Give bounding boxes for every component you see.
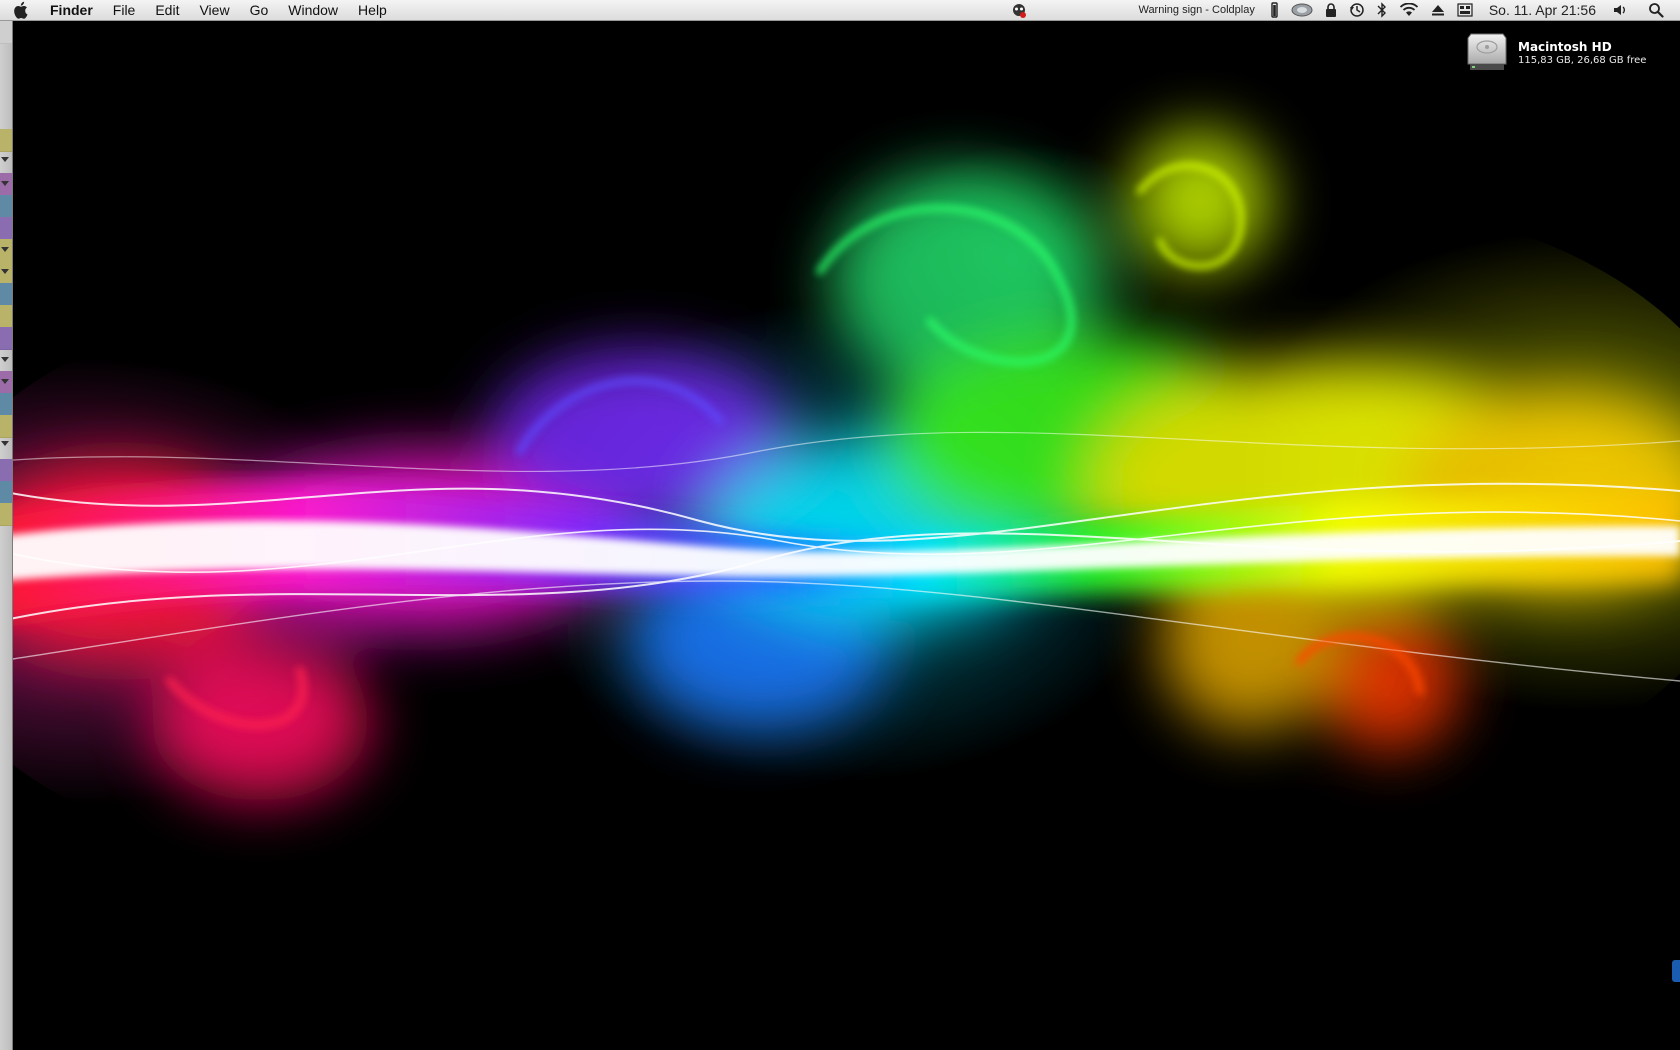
window-toolbar-fragment — [0, 21, 12, 44]
list-row-fragment — [0, 283, 12, 306]
menu-file[interactable]: File — [103, 0, 146, 21]
menu-help[interactable]: Help — [348, 0, 397, 21]
list-row-fragment — [0, 503, 12, 526]
menu-go[interactable]: Go — [240, 0, 279, 21]
menu-window[interactable]: Window — [278, 0, 348, 21]
rainbow-smoke-wallpaper — [0, 21, 1680, 1050]
keyboard-icon — [1457, 3, 1473, 17]
list-row-fragment — [0, 459, 12, 482]
now-playing-text[interactable]: Warning sign - Coldplay — [1128, 0, 1264, 21]
wifi-menu[interactable] — [1393, 0, 1425, 21]
time-machine-menu[interactable] — [1343, 0, 1371, 21]
menu-edit[interactable]: Edit — [145, 0, 189, 21]
lock-icon — [1325, 3, 1336, 17]
list-row-fragment — [0, 305, 12, 328]
disclosure-triangle-icon — [1, 441, 9, 446]
disclosure-triangle-icon — [1, 157, 9, 162]
menu-clock[interactable]: So. 11. Apr 21:56 — [1479, 0, 1606, 21]
list-row-fragment — [0, 217, 12, 240]
battery-menu[interactable] — [1265, 0, 1285, 21]
desktop: Finder File Edit View Go Window Help War… — [0, 0, 1680, 1050]
apple-icon — [14, 1, 28, 19]
volume-menu[interactable] — [1606, 0, 1634, 21]
spotlight-icon — [1649, 3, 1664, 18]
time-machine-icon — [1349, 3, 1364, 17]
lock-menu[interactable] — [1319, 0, 1343, 21]
disclosure-triangle-icon — [1, 357, 9, 362]
drive-name: Macintosh HD — [1518, 40, 1612, 54]
disclosure-triangle-icon — [1, 379, 9, 384]
eject-menu[interactable] — [1425, 0, 1451, 21]
wifi-icon — [1399, 3, 1418, 16]
list-row-fragment — [0, 195, 12, 218]
disclosure-triangle-icon — [1, 181, 9, 186]
dock-edge-fragment[interactable] — [1672, 960, 1680, 982]
menu-bar: Finder File Edit View Go Window Help War… — [0, 0, 1680, 21]
bluetooth-menu[interactable] — [1371, 0, 1393, 21]
growl-icon — [1013, 4, 1027, 18]
background-window-edge[interactable] — [0, 21, 13, 1050]
battery-icon — [1271, 2, 1278, 18]
apple-menu[interactable] — [0, 0, 40, 21]
macintosh-hd-desktop-icon[interactable]: Macintosh HD 115,83 GB, 26,68 GB free — [1466, 30, 1646, 72]
list-row-fragment — [0, 481, 12, 504]
hard-drive-menu[interactable] — [1285, 0, 1319, 21]
list-row-fragment — [0, 393, 12, 416]
menu-app-finder[interactable]: Finder — [40, 0, 103, 21]
list-row-fragment — [0, 327, 12, 350]
hard-drive-icon — [1291, 3, 1313, 17]
bluetooth-icon — [1377, 2, 1386, 18]
list-row-fragment — [0, 415, 12, 438]
list-row-fragment — [0, 129, 12, 152]
drive-capacity: 115,83 GB, 26,68 GB free — [1518, 55, 1647, 66]
disclosure-triangle-icon — [1, 269, 9, 274]
hard-drive-icon — [1467, 33, 1507, 70]
menu-view[interactable]: View — [189, 0, 239, 21]
volume-icon — [1614, 5, 1625, 15]
wallpaper — [0, 21, 1680, 1050]
eject-icon — [1431, 5, 1444, 16]
growl-menu[interactable] — [1005, 0, 1033, 21]
disclosure-triangle-icon — [1, 247, 9, 252]
spotlight-menu[interactable] — [1642, 0, 1670, 21]
keyboard-menu[interactable] — [1451, 0, 1479, 21]
